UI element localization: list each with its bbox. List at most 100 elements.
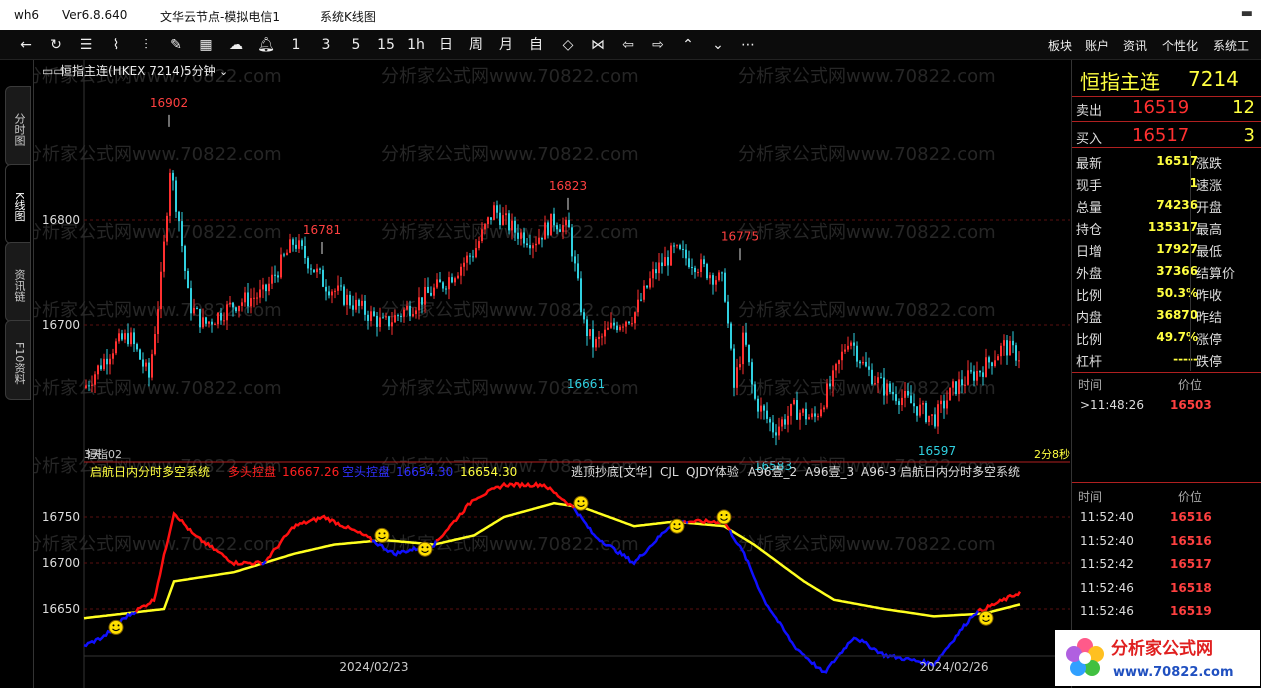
ask-price[interactable]: 16519 — [1132, 97, 1189, 118]
candle-body — [361, 300, 363, 306]
candle-body — [745, 332, 747, 345]
candle-body — [565, 219, 567, 226]
candle-body — [295, 244, 297, 249]
period-0-button[interactable]: 1 — [284, 36, 308, 54]
candle-body — [595, 338, 597, 348]
candle-body — [1009, 340, 1011, 356]
zoom-out-icon[interactable]: ⋈ — [586, 36, 610, 54]
chevron-down-icon[interactable]: ⌄ — [219, 65, 228, 78]
period-7-button[interactable]: 月 — [494, 36, 518, 54]
candle-body — [850, 342, 852, 346]
candle-body — [328, 291, 330, 296]
more-icon[interactable]: ⋯ — [736, 36, 760, 54]
kline-chart[interactable]: 分析家公式网www.70822.com 分析家公式网www.70822.com 分析… — [34, 60, 1070, 688]
price-header: 价位 — [1178, 378, 1203, 392]
candle-body — [679, 245, 681, 249]
down-icon[interactable]: ⌄ — [706, 36, 730, 54]
tick-price: 16516 — [1170, 510, 1212, 524]
period-1-button[interactable]: 3 — [314, 36, 338, 54]
candle-body — [370, 311, 372, 321]
candle-body — [502, 215, 504, 225]
candle-body — [139, 349, 141, 360]
line-chart-icon[interactable]: ⌇ — [104, 36, 128, 54]
menu-item-4[interactable]: 系统工 — [1213, 37, 1249, 54]
list-icon[interactable]: ☰ — [74, 36, 98, 54]
candle-body — [244, 292, 246, 303]
period-2-button[interactable]: 5 — [344, 36, 368, 54]
title-bar: wh6 Ver6.8.640 文华云节点-模拟电信1 系统K线图 ▬ — [0, 0, 1261, 30]
period-selector[interactable]: 5分钟 — [184, 63, 216, 78]
period-8-button[interactable]: 自 — [524, 36, 548, 54]
menu-item-3[interactable]: 个性化 — [1162, 37, 1198, 54]
candle-body — [985, 357, 987, 377]
candle-body — [664, 257, 666, 267]
candle-body — [823, 407, 825, 410]
indicator-tab: A96壹_2 — [748, 465, 797, 479]
candle-icon[interactable]: ⫶ — [134, 36, 158, 54]
candle-body — [655, 269, 657, 274]
minimize-icon[interactable]: ▬ — [1241, 6, 1253, 21]
candle-body — [589, 329, 591, 337]
menu-item-2[interactable]: 资讯 — [1123, 37, 1147, 54]
candle-body — [388, 316, 390, 327]
tab-kline[interactable]: K线图 — [5, 164, 31, 244]
period-4-button[interactable]: 1h — [404, 36, 428, 54]
candle-body — [217, 312, 219, 325]
period-5-button[interactable]: 日 — [434, 36, 458, 54]
left-arrow-icon[interactable]: ⇦ — [616, 36, 640, 54]
candle-body — [820, 409, 822, 417]
quote-row-label: 最新 — [1076, 157, 1103, 172]
candle-body — [724, 272, 726, 302]
candle-body — [697, 271, 699, 273]
candle-body — [661, 262, 663, 267]
quote-row: 持仓 135317 最高 — [1072, 217, 1261, 239]
quote-row-value: ----- — [1173, 352, 1198, 366]
candle-body — [769, 418, 771, 423]
menu-item-0[interactable]: 板块 — [1048, 37, 1072, 54]
candle-body — [649, 278, 651, 288]
tab-news-chain[interactable]: 资讯链 — [5, 242, 31, 322]
candle-body — [1015, 345, 1017, 361]
candle-body — [121, 333, 123, 340]
back-icon[interactable]: ← — [14, 36, 38, 54]
candle-body — [418, 297, 420, 311]
candle-body — [742, 332, 744, 365]
refresh-icon[interactable]: ↻ — [44, 36, 68, 54]
period-6-button[interactable]: 周 — [464, 36, 488, 54]
up-icon[interactable]: ⌃ — [676, 36, 700, 54]
draw-icon[interactable]: ✎ — [164, 36, 188, 54]
candle-body — [487, 217, 489, 225]
candle-body — [196, 307, 198, 309]
quote-row-value: 16517 — [1156, 154, 1198, 168]
candle-body — [598, 336, 600, 339]
bid-price[interactable]: 16517 — [1132, 125, 1189, 146]
instrument-name[interactable]: 恒指主连(HKEX 7214) — [60, 63, 184, 78]
candle-body — [778, 426, 780, 436]
candle-body — [283, 254, 285, 256]
grid-icon[interactable]: ▦ — [194, 36, 218, 54]
tab-f10[interactable]: F10资料 — [5, 320, 31, 400]
menu-item-1[interactable]: 账户 — [1085, 37, 1109, 54]
tab-time-sharing[interactable]: 分时图 — [5, 86, 31, 166]
quote-row-value: 37366 — [1156, 264, 1198, 278]
bid-volume: 3 — [1243, 125, 1255, 146]
candle-body — [856, 345, 858, 362]
candle-body — [403, 309, 405, 317]
candle-body — [208, 321, 210, 324]
candle-body — [883, 377, 885, 396]
candle-body — [853, 342, 855, 346]
candle-body — [793, 400, 795, 404]
watermark-text: 分析家公式网www.70822.com — [34, 378, 282, 399]
bell-icon[interactable]: 🔔︎ — [254, 36, 278, 54]
candle-body — [307, 257, 309, 269]
candle-body — [811, 413, 813, 418]
candle-body — [967, 370, 969, 385]
zoom-in-icon[interactable]: ◇ — [556, 36, 580, 54]
right-arrow-icon[interactable]: ⇨ — [646, 36, 670, 54]
signal-smiley-icon — [374, 527, 390, 543]
cloud-icon[interactable]: ☁ — [224, 36, 248, 54]
period-3-button[interactable]: 15 — [374, 36, 398, 54]
candle-body — [799, 412, 801, 420]
candle-body — [238, 305, 240, 312]
candle-body — [688, 258, 690, 268]
